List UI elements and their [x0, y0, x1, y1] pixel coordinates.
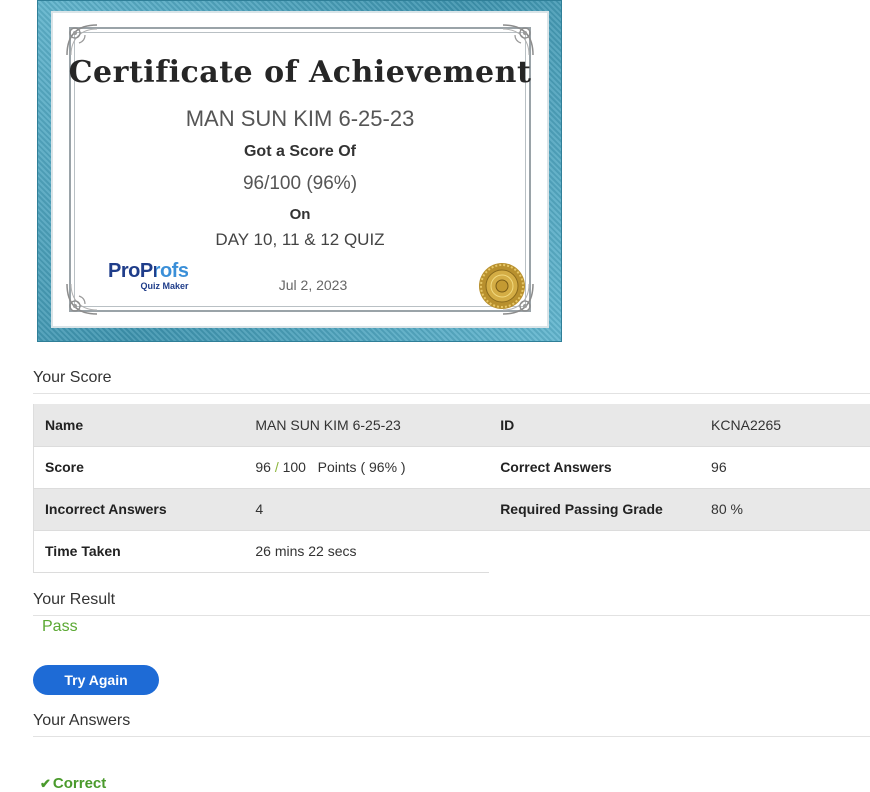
- name-value: MAN SUN KIM 6-25-23: [244, 404, 489, 446]
- incorrect-answers-label: Incorrect Answers: [34, 488, 245, 530]
- id-label: ID: [489, 404, 700, 446]
- certificate-score: 96/100 (96%): [53, 173, 547, 195]
- score-table: Name MAN SUN KIM 6-25-23 ID KCNA2265 Sco…: [33, 404, 870, 573]
- score-obtained: 96: [255, 459, 271, 475]
- certificate-title: Certificate of Achievement: [53, 55, 547, 90]
- your-score-heading: Your Score: [33, 369, 870, 394]
- incorrect-answers-value: 4: [244, 488, 489, 530]
- table-row: Name MAN SUN KIM 6-25-23 ID KCNA2265: [34, 404, 870, 446]
- your-answers-heading: Your Answers: [33, 712, 870, 737]
- certificate-paper: Certificate of Achievement MAN SUN KIM 6…: [51, 11, 549, 328]
- certificate-score-prefix: Got a Score Of: [53, 143, 547, 161]
- correct-answers-label: Correct Answers: [489, 446, 700, 488]
- corner-ornament-icon: [501, 23, 535, 57]
- id-value: KCNA2265: [700, 404, 870, 446]
- result-status: Pass: [42, 618, 78, 636]
- proprofs-logo-main: ProProfs: [108, 261, 188, 281]
- passing-grade-value: 80 %: [700, 488, 870, 530]
- passing-grade-label: Required Passing Grade: [489, 488, 700, 530]
- score-slash: /: [275, 459, 279, 475]
- answer-status: ✔Correct: [40, 775, 106, 792]
- correct-answers-value: 96: [700, 446, 870, 488]
- table-row: Score 96 / 100 Points ( 96% ) Correct An…: [34, 446, 870, 488]
- score-points: Points ( 96% ): [318, 459, 406, 475]
- empty-cell: [700, 530, 870, 572]
- proprofs-logo-sub: Quiz Maker: [108, 282, 188, 291]
- try-again-button[interactable]: Try Again: [33, 665, 159, 695]
- proprofs-logo: ProProfs Quiz Maker: [108, 261, 188, 291]
- gold-seal-icon: [478, 262, 526, 310]
- certificate-quiz-name: DAY 10, 11 & 12 QUIZ: [53, 230, 547, 250]
- certificate-recipient-name: MAN SUN KIM 6-25-23: [53, 106, 547, 132]
- name-label: Name: [34, 404, 245, 446]
- corner-ornament-icon: [65, 23, 99, 57]
- answer-status-label: Correct: [53, 775, 106, 792]
- corner-ornament-icon: [65, 282, 99, 316]
- table-row: Incorrect Answers 4 Required Passing Gra…: [34, 488, 870, 530]
- empty-cell: [489, 530, 700, 572]
- table-row: Time Taken 26 mins 22 secs: [34, 530, 870, 572]
- check-icon: ✔: [40, 776, 51, 791]
- certificate-date: Jul 2, 2023: [253, 277, 373, 293]
- certificate: Certificate of Achievement MAN SUN KIM 6…: [37, 0, 562, 342]
- certificate-on-label: On: [53, 206, 547, 223]
- score-value: 96 / 100 Points ( 96% ): [244, 446, 489, 488]
- score-label: Score: [34, 446, 245, 488]
- time-taken-value: 26 mins 22 secs: [244, 530, 489, 572]
- time-taken-label: Time Taken: [34, 530, 245, 572]
- score-total: 100: [283, 459, 306, 475]
- your-result-heading: Your Result: [33, 591, 870, 616]
